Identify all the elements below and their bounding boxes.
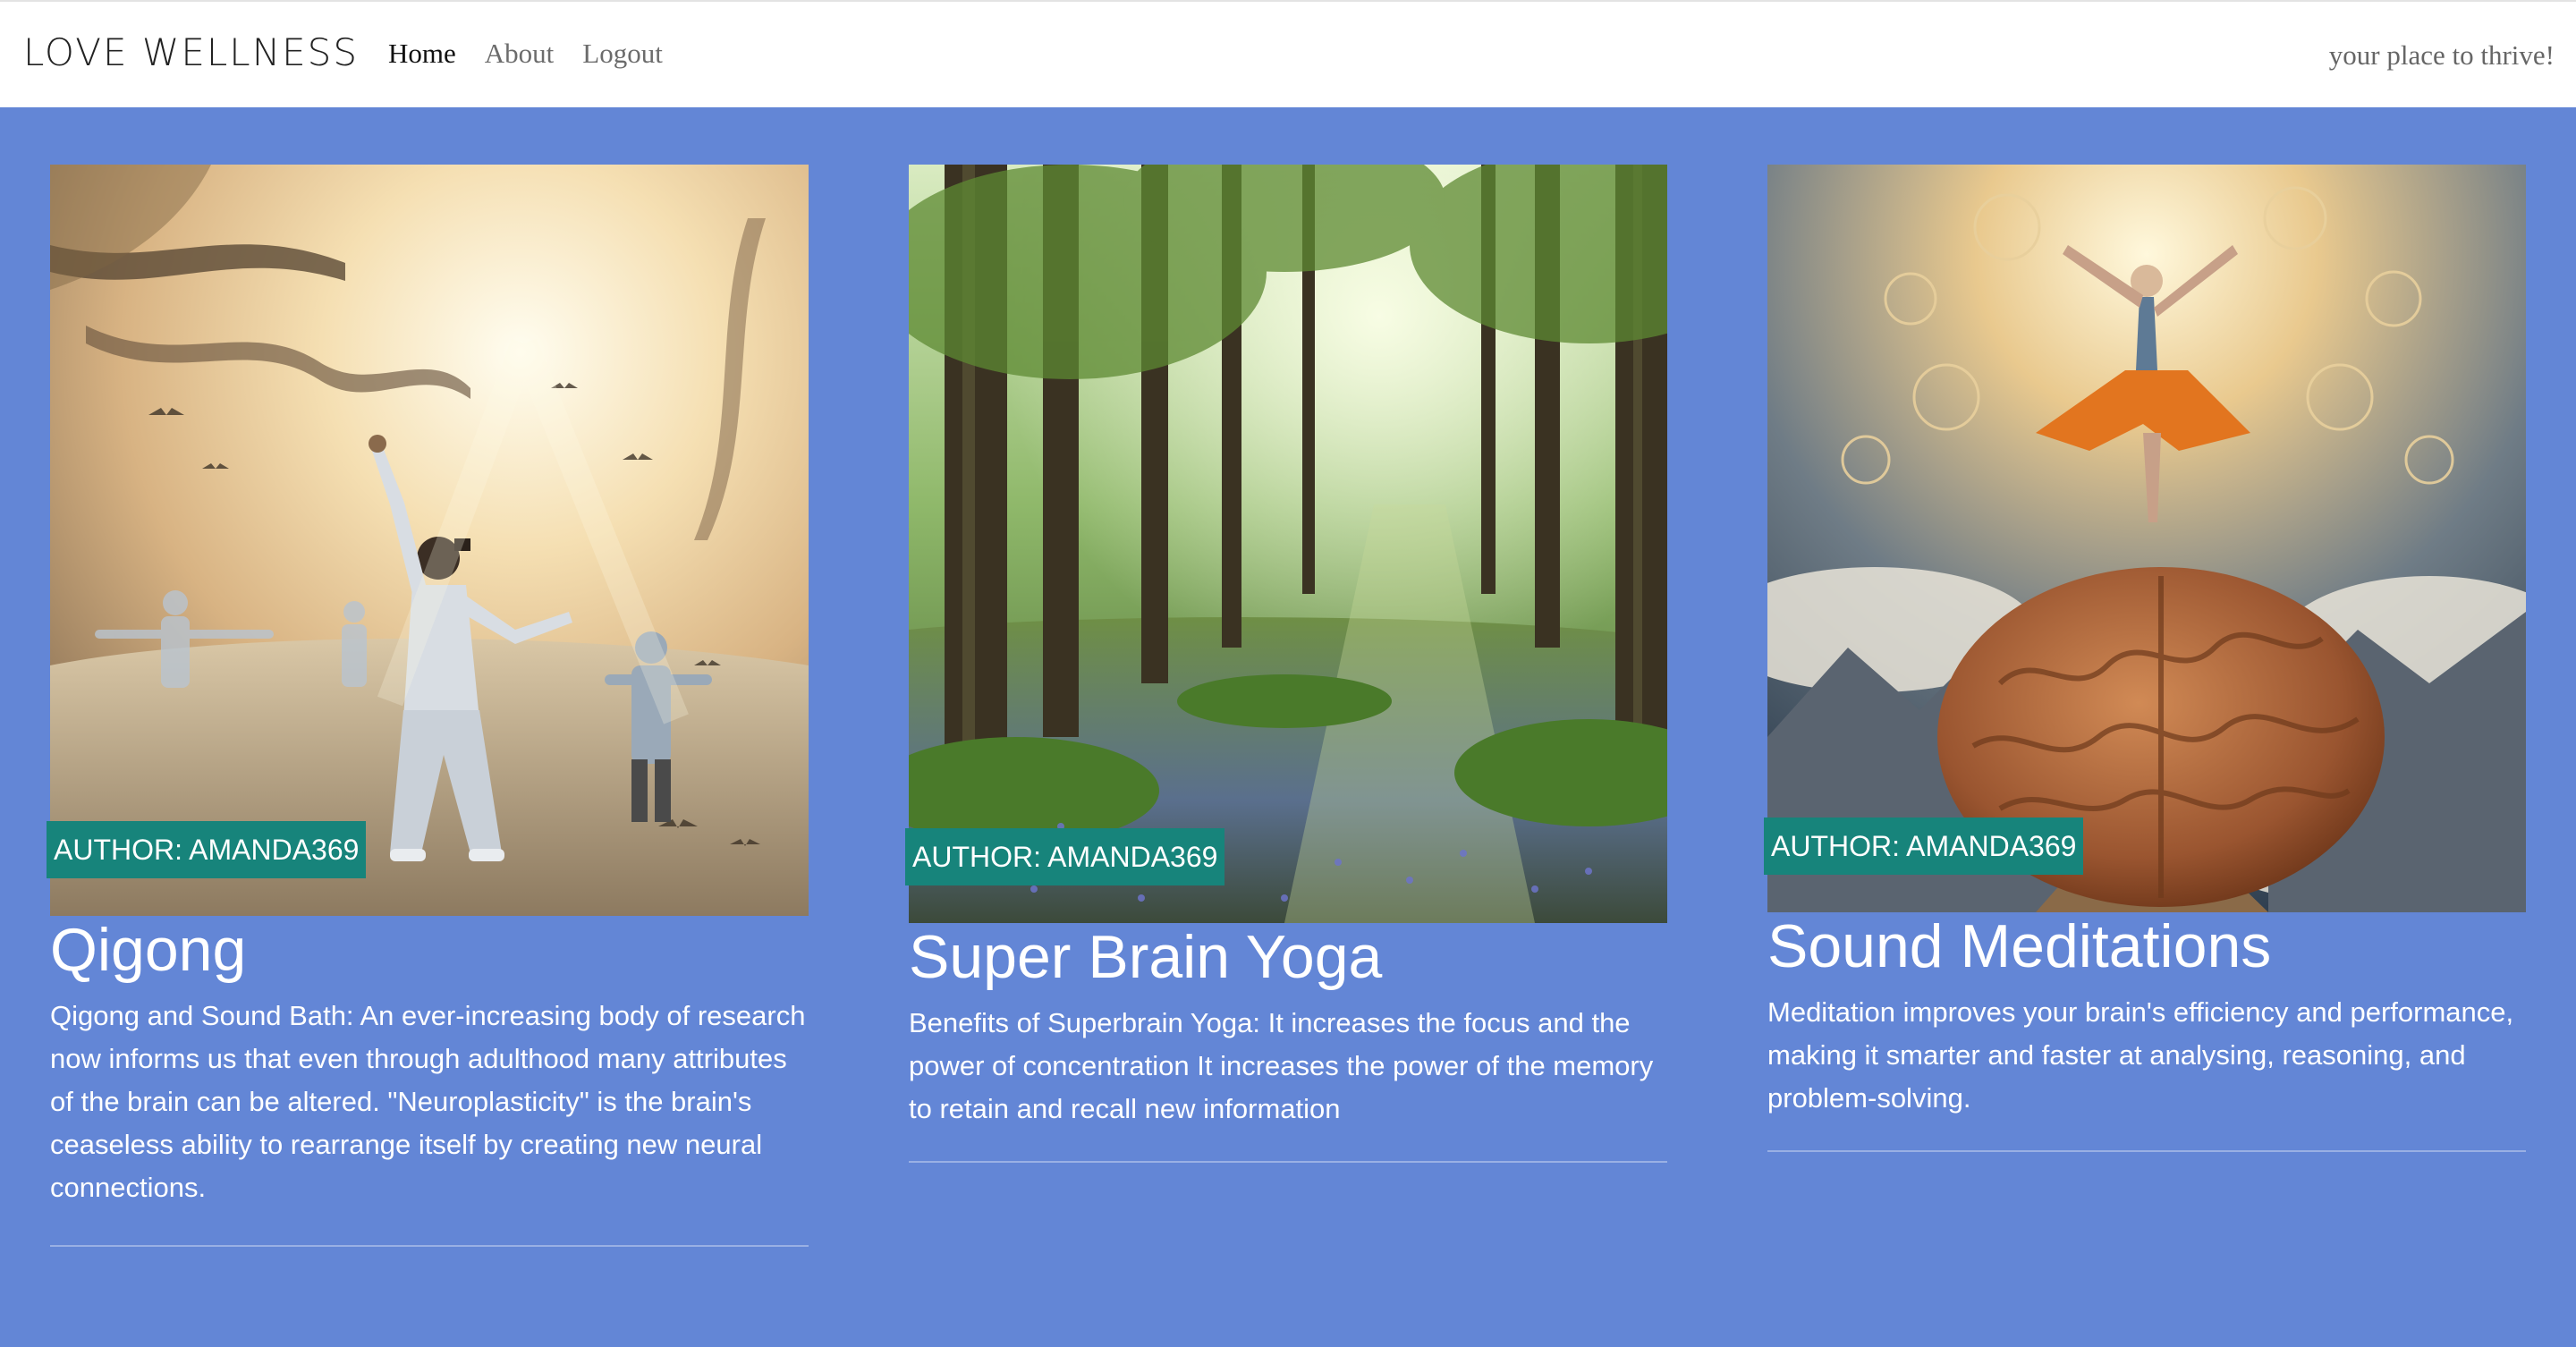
post-divider-qigong: [50, 1245, 809, 1247]
nav-link-home[interactable]: Home: [388, 38, 456, 70]
post-divider-super-brain-yoga: [909, 1161, 1667, 1163]
forest-illustration: [909, 165, 1667, 923]
author-badge-qigong[interactable]: AUTHOR: AMANDA369: [47, 821, 367, 878]
post-image-super-brain-yoga[interactable]: AUTHOR: AMANDA369: [905, 165, 1667, 923]
brain-meditation-illustration: [1767, 165, 2526, 912]
site-tagline: your place to thrive!: [2328, 39, 2555, 71]
nav-link-about[interactable]: About: [485, 38, 555, 70]
nav-link-logout[interactable]: Logout: [582, 38, 663, 70]
author-badge-super-brain-yoga[interactable]: AUTHOR: AMANDA369: [905, 828, 1225, 885]
post-card-sound-meditations: AUTHOR: AMANDA369 Sound Meditations Medi…: [1764, 165, 2526, 1152]
post-divider-sound-meditations: [1767, 1150, 2526, 1152]
post-title-super-brain-yoga[interactable]: Super Brain Yoga: [909, 923, 1667, 991]
post-description-qigong: Qigong and Sound Bath: An ever-increasin…: [50, 1000, 806, 1203]
qigong-illustration: [50, 165, 809, 916]
brand-logo[interactable]: LOVE WELLNESS: [23, 30, 359, 74]
post-description-super-brain-yoga: Benefits of Superbrain Yoga: It increase…: [909, 1007, 1654, 1124]
post-image-sound-meditations[interactable]: AUTHOR: AMANDA369: [1764, 165, 2526, 912]
post-description-sound-meditations: Meditation improves your brain's efficie…: [1767, 996, 2514, 1114]
nav-links: Home About Logout: [388, 38, 663, 70]
post-title-qigong[interactable]: Qigong: [50, 916, 809, 984]
post-title-sound-meditations[interactable]: Sound Meditations: [1767, 912, 2526, 980]
author-badge-sound-meditations[interactable]: AUTHOR: AMANDA369: [1764, 818, 2084, 875]
top-navbar: LOVE WELLNESS Home About Logout your pla…: [0, 0, 2576, 107]
post-card-super-brain-yoga: AUTHOR: AMANDA369 Super Brain Yoga Benef…: [905, 165, 1667, 1163]
post-card-qigong: AUTHOR: AMANDA369 Qigong Qigong and Soun…: [47, 165, 809, 1247]
post-image-qigong[interactable]: AUTHOR: AMANDA369: [47, 165, 809, 916]
